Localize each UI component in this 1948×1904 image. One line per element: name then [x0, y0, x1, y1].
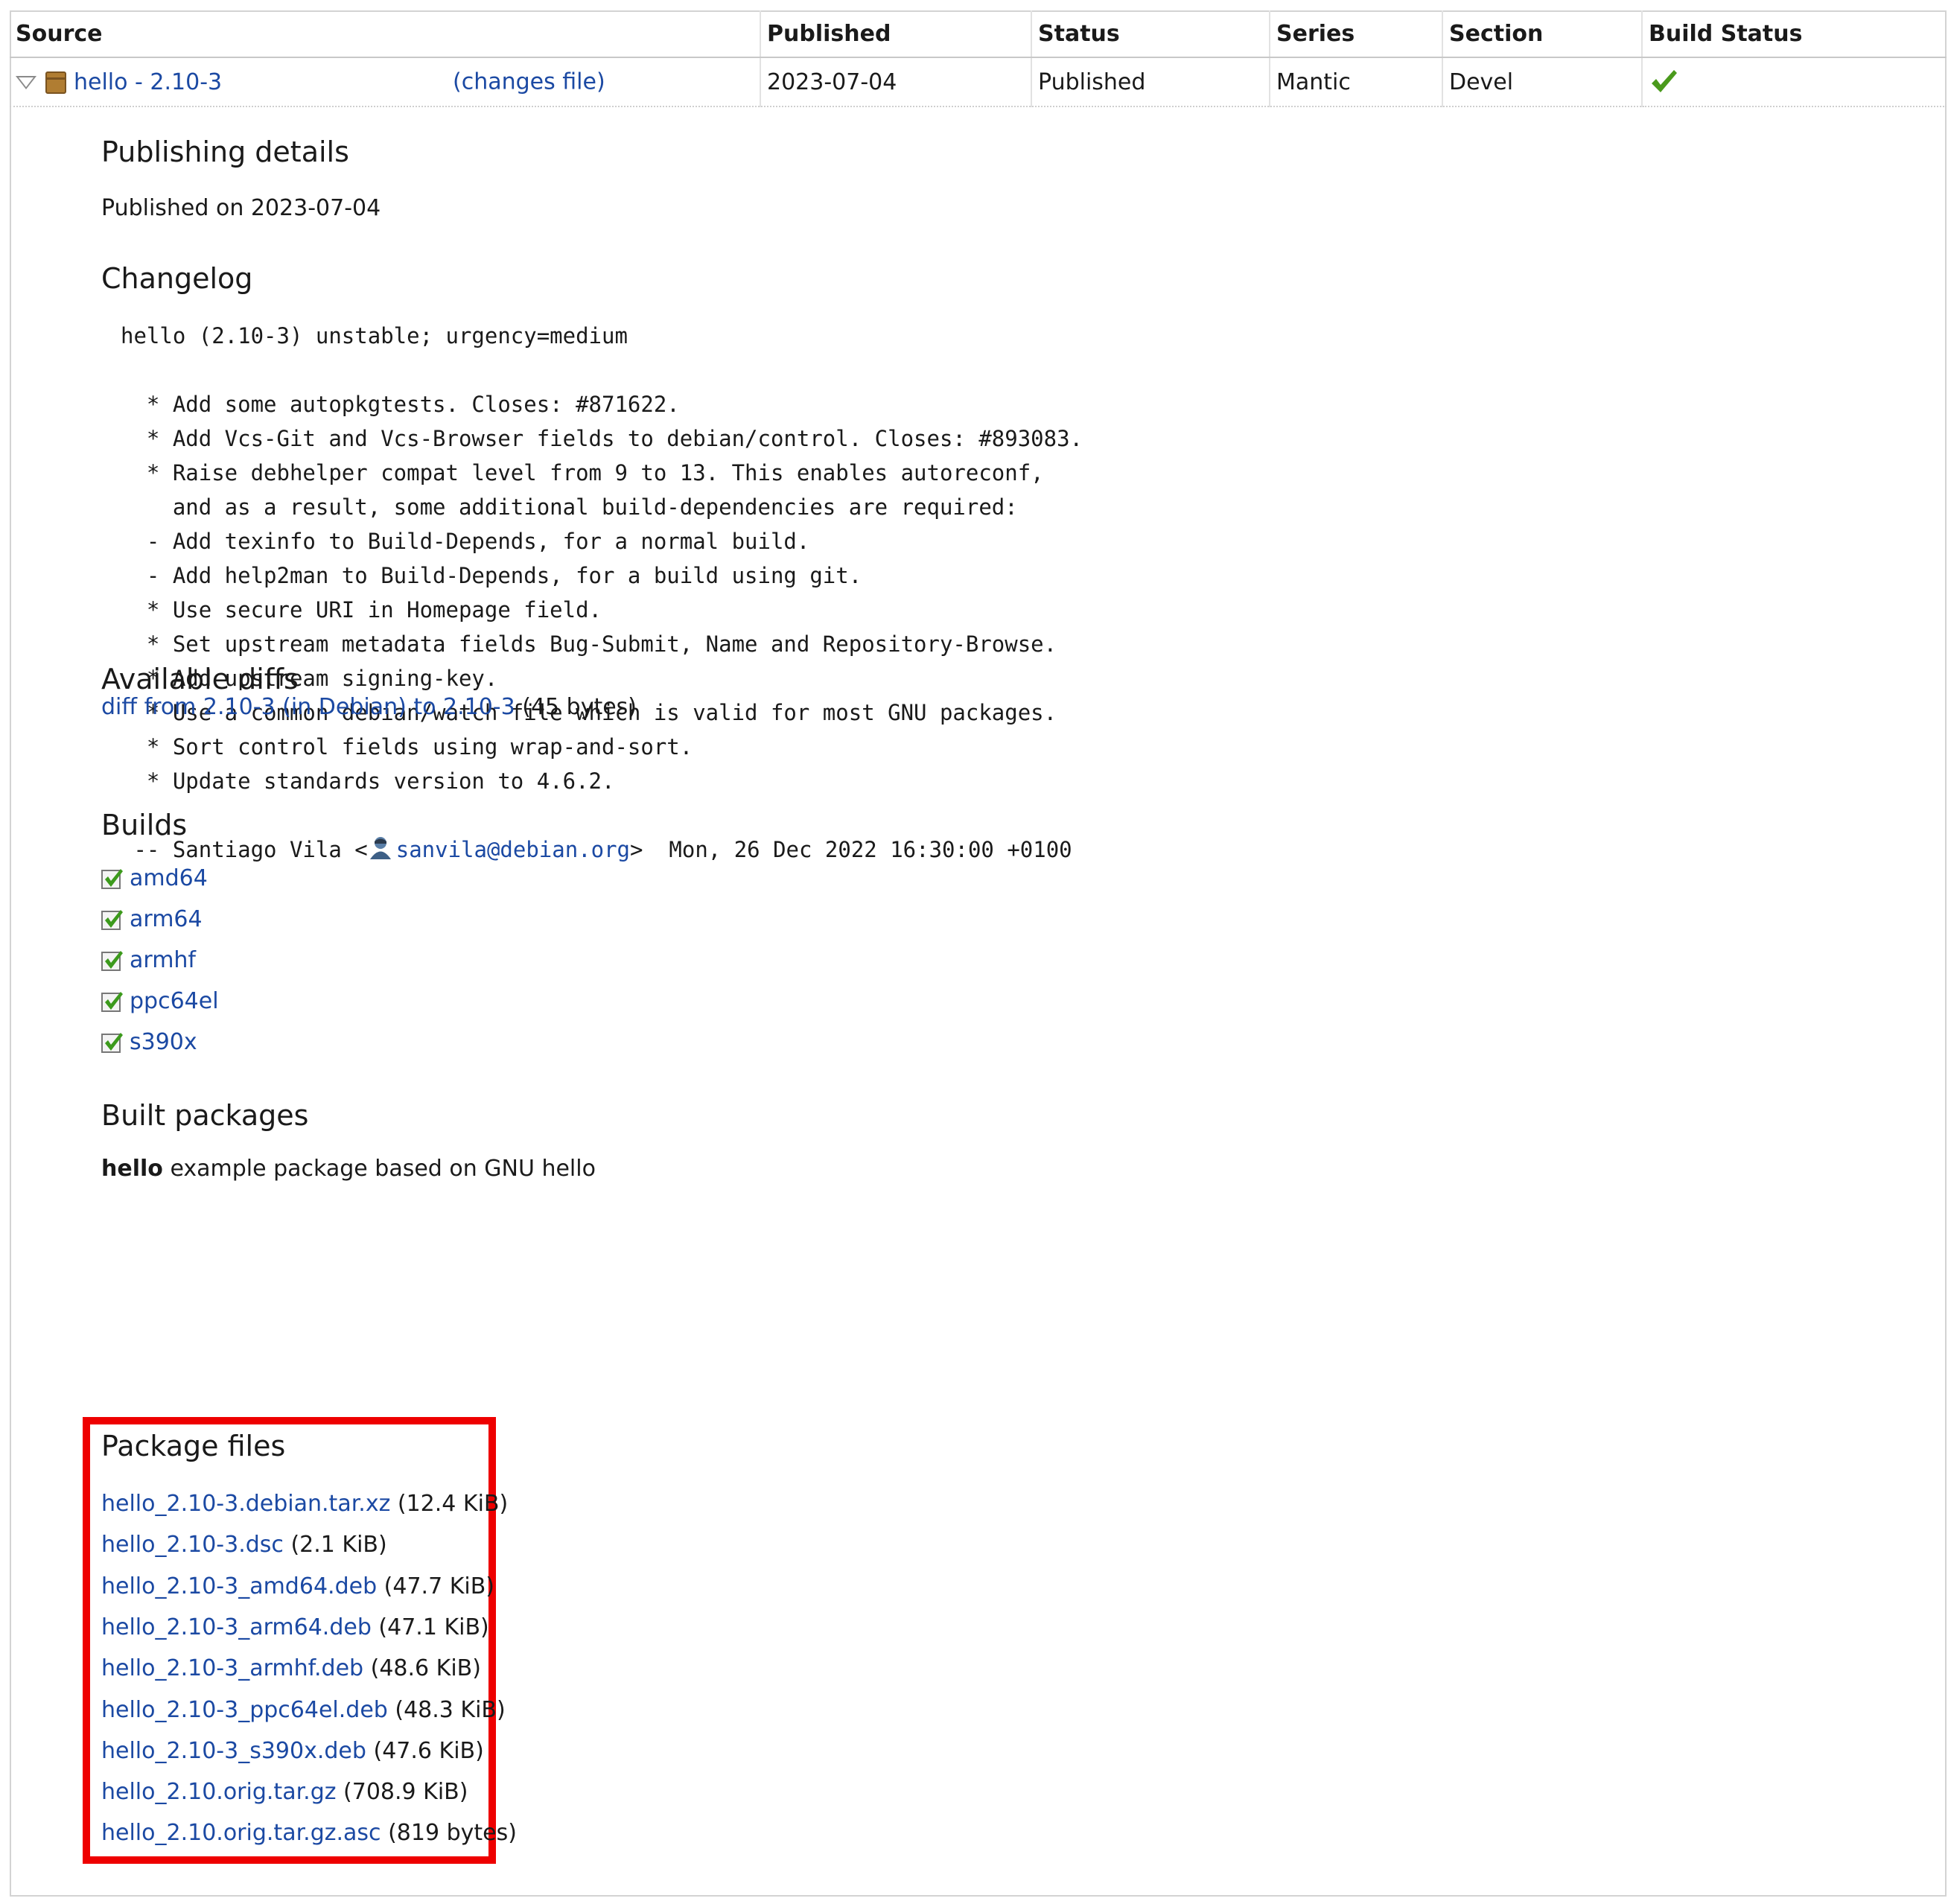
- changelog-text: hello (2.10-3) unstable; urgency=medium …: [121, 319, 1083, 867]
- package-file-link[interactable]: hello_2.10.orig.tar.gz: [101, 1779, 336, 1805]
- build-arch-link[interactable]: amd64: [130, 865, 208, 891]
- package-file-link[interactable]: hello_2.10-3_armhf.deb: [101, 1655, 363, 1681]
- package-file-item: hello_2.10.orig.tar.gz.asc (819 bytes): [101, 1820, 517, 1846]
- package-file-item: hello_2.10-3_armhf.deb (48.6 KiB): [101, 1655, 481, 1681]
- package-file-link[interactable]: hello_2.10-3_ppc64el.deb: [101, 1697, 388, 1723]
- col-published[interactable]: Published: [760, 10, 1032, 58]
- source-package-link[interactable]: hello - 2.10-3: [74, 69, 222, 95]
- available-diffs-heading: Available diffs: [101, 663, 299, 695]
- build-arch-link[interactable]: s390x: [130, 1029, 197, 1055]
- build-item: ppc64el: [101, 987, 219, 1016]
- section-cell: Devel: [1442, 57, 1643, 107]
- build-arch-link[interactable]: ppc64el: [130, 988, 219, 1014]
- package-file-size: (47.6 KiB): [373, 1738, 484, 1764]
- diff-size: (45 bytes): [522, 694, 637, 720]
- table-row: hello - 2.10-3 (changes file) 2023-07-04…: [10, 57, 1947, 107]
- build-success-icon: [101, 869, 123, 889]
- package-file-size: (12.4 KiB): [397, 1491, 509, 1517]
- published-on-text: Published on 2023-07-04: [101, 195, 381, 221]
- series-cell: Mantic: [1270, 57, 1443, 107]
- package-file-item: hello_2.10-3_s390x.deb (47.6 KiB): [101, 1738, 484, 1764]
- built-package-description: example package based on GNU hello: [170, 1156, 596, 1182]
- built-packages-heading: Built packages: [101, 1099, 309, 1132]
- package-file-link[interactable]: hello_2.10.orig.tar.gz.asc: [101, 1820, 381, 1846]
- built-package-name: hello: [101, 1156, 163, 1182]
- diff-link[interactable]: diff from 2.10-3 (in Debian) to 2.10-3: [101, 694, 515, 720]
- changelog-body: hello (2.10-3) unstable; urgency=medium …: [121, 323, 1083, 794]
- publishing-details-heading: Publishing details: [101, 136, 349, 168]
- diff-row: diff from 2.10-3 (in Debian) to 2.10-3 (…: [101, 694, 637, 720]
- package-file-item: hello_2.10-3_arm64.deb (47.1 KiB): [101, 1614, 489, 1640]
- signoff-email-link[interactable]: sanvila@debian.org: [396, 837, 630, 862]
- build-success-icon: [101, 951, 123, 971]
- build-success-icon: [101, 1033, 123, 1053]
- build-arch-link[interactable]: arm64: [130, 906, 203, 932]
- changes-file-link[interactable]: (changes file): [453, 69, 605, 95]
- package-file-link[interactable]: hello_2.10-3_amd64.deb: [101, 1573, 377, 1599]
- build-success-icon: [101, 910, 123, 930]
- collapse-triangle-icon[interactable]: [16, 76, 36, 89]
- package-file-size: (47.1 KiB): [378, 1614, 489, 1640]
- col-status[interactable]: Status: [1031, 10, 1270, 58]
- package-file-item: hello_2.10-3_amd64.deb (47.7 KiB): [101, 1573, 494, 1599]
- package-file-link[interactable]: hello_2.10-3.debian.tar.xz: [101, 1491, 390, 1517]
- package-file-size: (708.9 KiB): [343, 1779, 468, 1805]
- col-build-status[interactable]: Build Status: [1642, 10, 1947, 58]
- package-file-item: hello_2.10-3.debian.tar.xz (12.4 KiB): [101, 1491, 508, 1517]
- package-file-size: (48.3 KiB): [395, 1697, 506, 1723]
- changelog-heading: Changelog: [101, 262, 253, 295]
- builds-heading: Builds: [101, 809, 188, 841]
- package-file-item: hello_2.10.orig.tar.gz (708.9 KiB): [101, 1779, 468, 1805]
- col-series[interactable]: Series: [1270, 10, 1443, 58]
- source-cell: hello - 2.10-3 (changes file): [10, 57, 761, 107]
- col-source[interactable]: Source: [10, 10, 761, 58]
- package-icon: [45, 71, 66, 94]
- signoff-suffix: > Mon, 26 Dec 2022 16:30:00 +0100: [630, 837, 1072, 862]
- col-section[interactable]: Section: [1442, 10, 1643, 58]
- build-arch-link[interactable]: armhf: [130, 947, 196, 973]
- package-file-link[interactable]: hello_2.10-3_arm64.deb: [101, 1614, 372, 1640]
- person-avatar-icon: [369, 837, 391, 859]
- build-item: s390x: [101, 1028, 197, 1057]
- package-files-heading: Package files: [101, 1430, 286, 1462]
- package-file-size: (2.1 KiB): [290, 1532, 387, 1558]
- build-status-cell: [1642, 57, 1947, 107]
- publishing-table: Source Published Status Series Section B…: [10, 10, 1947, 107]
- build-success-icon: [101, 992, 123, 1012]
- package-file-size: (819 bytes): [388, 1820, 517, 1846]
- published-cell: 2023-07-04: [760, 57, 1032, 107]
- package-file-size: (47.7 KiB): [383, 1573, 494, 1599]
- package-file-link[interactable]: hello_2.10-3_s390x.deb: [101, 1738, 366, 1764]
- green-checkmark-icon: [1652, 70, 1677, 92]
- build-item: armhf: [101, 946, 196, 975]
- built-package-row: hello example package based on GNU hello: [101, 1156, 596, 1182]
- package-file-item: hello_2.10-3_ppc64el.deb (48.3 KiB): [101, 1697, 506, 1723]
- package-file-size: (48.6 KiB): [370, 1655, 481, 1681]
- build-item: amd64: [101, 864, 208, 894]
- package-file-item: hello_2.10-3.dsc (2.1 KiB): [101, 1532, 387, 1558]
- status-cell: Published: [1031, 57, 1270, 107]
- table-header-row: Source Published Status Series Section B…: [10, 10, 1947, 58]
- package-file-link[interactable]: hello_2.10-3.dsc: [101, 1532, 284, 1558]
- build-item: arm64: [101, 905, 203, 935]
